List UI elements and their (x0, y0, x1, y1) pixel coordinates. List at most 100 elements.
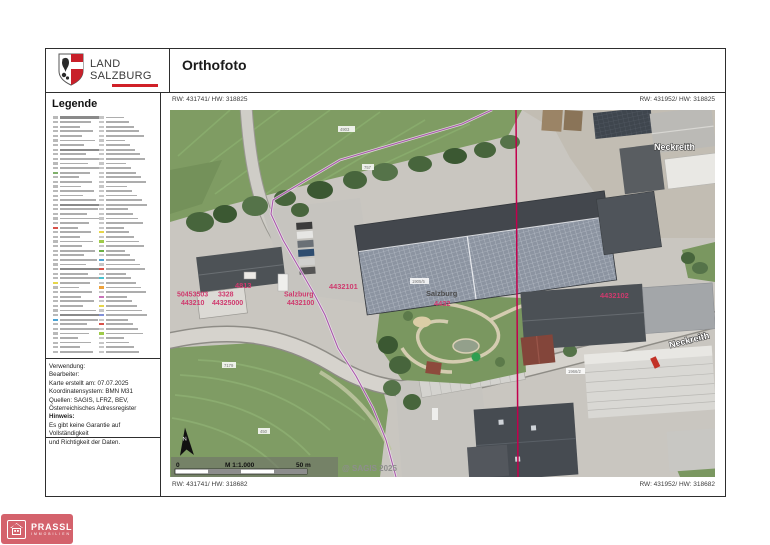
legend-label-microtext (106, 342, 129, 344)
legend-label-microtext (106, 254, 130, 256)
legend-label-microtext (106, 314, 147, 316)
legend-swatch (99, 263, 104, 265)
legend-label-microtext (60, 291, 92, 293)
legend-col1 (53, 116, 101, 355)
legend-row (99, 208, 157, 211)
legend-swatch (53, 268, 58, 270)
legend-swatch (53, 337, 58, 339)
legend-label-microtext (106, 236, 134, 238)
legend-swatch (99, 149, 104, 151)
legend-label-microtext (106, 167, 131, 169)
legend-row (99, 130, 157, 133)
legend-swatch (53, 296, 58, 298)
legend-row (99, 254, 157, 257)
legend-label-microtext (106, 241, 139, 243)
legend-label-microtext (106, 319, 128, 321)
legend-row (99, 153, 157, 156)
legend-label-microtext (106, 227, 124, 229)
legend-swatch (53, 116, 58, 118)
legend-row (53, 157, 101, 160)
legend-row (53, 295, 101, 298)
legend-row (53, 148, 101, 151)
legend-label-microtext (60, 346, 80, 348)
legend-swatch (53, 130, 58, 132)
legend-label-microtext (60, 268, 100, 270)
legend-label-microtext (106, 158, 145, 160)
prassl-house-icon (7, 520, 26, 539)
legend-row (53, 171, 101, 174)
orthofoto-print-page: LAND SALZBURG Orthofoto Legende Verwendu… (0, 0, 770, 545)
legend-row (53, 217, 101, 220)
legend-row (99, 144, 157, 147)
legend-label-microtext (60, 181, 92, 183)
legend-swatch (53, 332, 58, 334)
legend-row (53, 281, 101, 284)
legend-row (53, 272, 101, 275)
legend-row (99, 309, 157, 312)
legend-label-microtext (106, 172, 136, 174)
legend-swatch (53, 153, 58, 155)
white-van (278, 274, 288, 291)
legend-label-microtext (60, 204, 100, 206)
legend-label-microtext (60, 323, 87, 325)
legend-swatch (53, 231, 58, 233)
scale-distance: 50 m (296, 462, 311, 469)
legend-swatch (99, 195, 104, 197)
legend-swatch (99, 346, 104, 348)
legend-swatch (53, 204, 58, 206)
legend-swatch (99, 273, 104, 275)
legend-swatch (53, 259, 58, 261)
legend-title: Legende (52, 98, 97, 110)
legend (49, 116, 159, 356)
page-title: Orthofoto (182, 57, 247, 73)
legend-row (99, 268, 157, 271)
legend-swatch (99, 277, 104, 279)
legend-swatch (99, 158, 104, 160)
label-443210: 443210 (181, 300, 204, 307)
legend-swatch (53, 162, 58, 164)
legend-row (53, 185, 101, 188)
legend-swatch (53, 236, 58, 238)
legend-label-microtext (106, 245, 144, 247)
legend-row (99, 194, 157, 197)
legend-swatch (53, 319, 58, 321)
legend-label-microtext (106, 149, 135, 151)
legend-swatch (99, 291, 104, 293)
legend-row (53, 226, 101, 229)
legend-label-microtext (106, 186, 127, 188)
legend-swatch (99, 351, 104, 353)
legend-swatch (53, 351, 58, 353)
label-salzburg-2: Salzburg (426, 289, 458, 298)
legend-label-microtext (60, 172, 90, 174)
legend-row (99, 217, 157, 220)
legend-swatch (53, 342, 58, 344)
legend-row (99, 125, 157, 128)
legend-label-microtext (60, 259, 97, 261)
legend-row (53, 212, 101, 215)
legend-label-microtext (106, 250, 125, 252)
legend-label-microtext (60, 250, 95, 252)
legend-label-microtext (60, 222, 89, 224)
legend-label-microtext (106, 277, 131, 279)
legend-label-microtext (60, 199, 96, 201)
legend-row (53, 346, 101, 349)
legend-swatch (99, 139, 104, 141)
legend-row (53, 318, 101, 321)
legend-swatch (53, 172, 58, 174)
logo-cell: LAND SALZBURG (45, 48, 170, 92)
legend-swatch (99, 135, 104, 137)
logo-red-underline (112, 84, 158, 87)
legend-swatch (53, 328, 58, 330)
legend-swatch (99, 121, 104, 123)
legend-label-microtext (60, 208, 98, 210)
map-canvas: 4903 757 1966/2 1905/5 7179 450 4813 504… (170, 110, 715, 477)
legend-swatch (99, 116, 104, 118)
legend-row (99, 180, 157, 183)
sidebar-divider (160, 92, 161, 497)
legend-swatch (53, 199, 58, 201)
legend-label-microtext (106, 346, 134, 348)
legend-row (53, 231, 101, 234)
legend-label-microtext (60, 149, 100, 151)
legend-swatch (53, 185, 58, 187)
legend-swatch (53, 121, 58, 123)
